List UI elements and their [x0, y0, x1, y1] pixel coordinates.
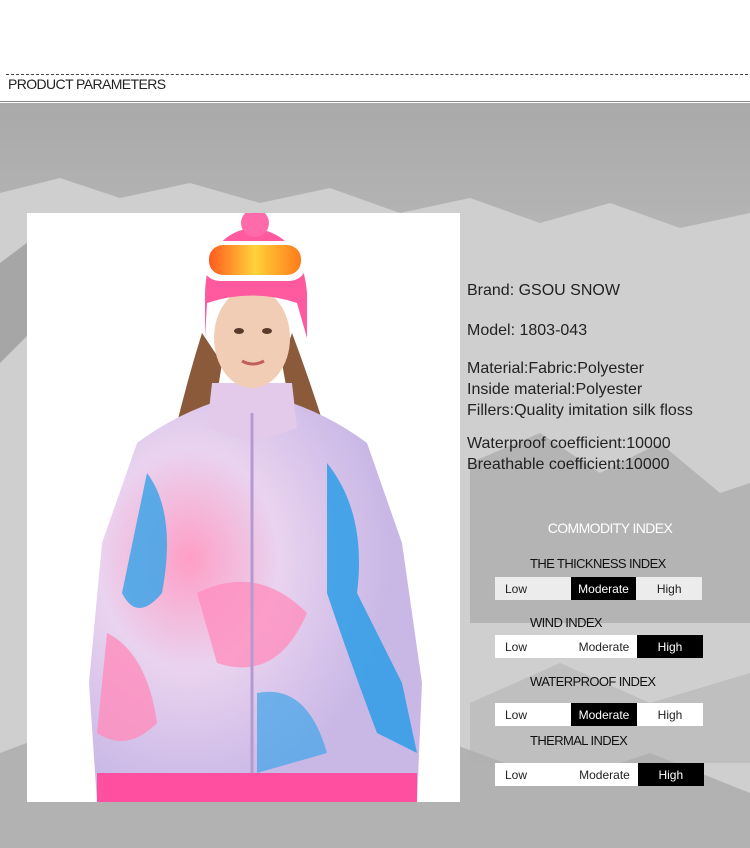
waterproof-moderate: Moderate [571, 703, 637, 726]
model-row: Model: 1803-043 [467, 320, 587, 341]
fillers-text: Fillers:Quality imitation silk floss [467, 402, 693, 419]
waterproof-high: High [637, 703, 703, 726]
thermal-index-title: THERMAL INDEX [530, 733, 628, 748]
thickness-low: Low [495, 577, 571, 600]
section-title: PRODUCT PARAMETERS [8, 76, 166, 92]
wind-moderate: Moderate [571, 635, 637, 658]
brand-text: Brand: GSOU SNOW [467, 282, 620, 299]
model-text: Model: 1803-043 [467, 322, 588, 339]
waterproof-low: Low [495, 703, 571, 726]
thermal-low: Low [495, 763, 572, 786]
wind-low: Low [495, 635, 571, 658]
thermal-high: High [637, 763, 704, 786]
wind-index-title: WIND INDEX [530, 615, 603, 630]
commodity-index-title: COMMODITY INDEX [547, 520, 673, 536]
thickness-index-bar: Low Moderate High [495, 577, 703, 600]
coefficient-block: Waterproof coefficient:10000 Breathable … [467, 433, 671, 475]
product-photo [27, 213, 460, 802]
thickness-high: High [636, 577, 703, 600]
wind-index-bar: Low Moderate High [495, 635, 703, 658]
ski-jacket-model-image [89, 213, 422, 802]
waterproof-coefficient-text: Waterproof coefficient:10000 [467, 435, 671, 452]
inside-material-text: Inside material:Polyester [467, 381, 643, 398]
dashed-divider [6, 74, 748, 75]
waterproof-index-bar: Low Moderate High [495, 703, 703, 726]
breathable-coefficient-text: Breathable coefficient:10000 [467, 456, 670, 473]
waterproof-index-title: WATERPROOF INDEX [530, 674, 656, 689]
thickness-index-title: THE THICKNESS INDEX [530, 556, 666, 571]
material-text: Material:Fabric:Polyester [467, 360, 644, 377]
header-divider [0, 101, 750, 102]
brand-row: Brand: GSOU SNOW [467, 280, 620, 301]
material-block: Material:Fabric:Polyester Inside materia… [467, 358, 693, 421]
wind-high: High [637, 635, 703, 658]
thermal-index-bar: Low Moderate High [495, 763, 704, 786]
thickness-moderate: Moderate [570, 577, 637, 600]
thermal-moderate: Moderate [571, 763, 638, 786]
